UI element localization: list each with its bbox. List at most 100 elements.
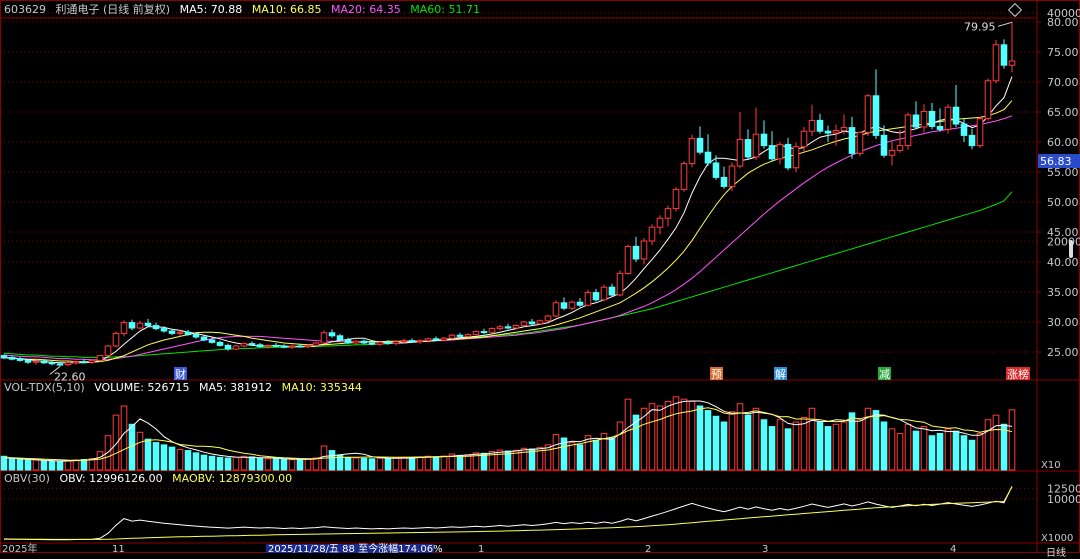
volume-bar[interactable] <box>328 450 336 471</box>
event-marker-label[interactable]: 财 <box>175 367 186 381</box>
candle-body[interactable] <box>576 301 584 306</box>
volume-bar[interactable] <box>648 403 656 471</box>
candle-body[interactable] <box>264 344 272 348</box>
candle-body[interactable] <box>144 322 152 327</box>
volume-bar[interactable] <box>40 460 48 471</box>
volume-bar[interactable] <box>552 434 560 471</box>
volume-bar[interactable] <box>440 455 448 471</box>
candle-body[interactable] <box>312 342 320 346</box>
volume-bar[interactable] <box>216 456 224 471</box>
volume-bar[interactable] <box>344 456 352 471</box>
volume-bar[interactable] <box>152 442 160 471</box>
volume-bar[interactable] <box>56 461 64 471</box>
candle-body[interactable] <box>904 114 912 147</box>
candle-body[interactable] <box>392 341 400 345</box>
volume-bar[interactable] <box>160 444 168 471</box>
volume-bar[interactable] <box>944 428 952 471</box>
volume-bar[interactable] <box>464 454 472 471</box>
candle-body[interactable] <box>136 322 144 329</box>
volume-bar[interactable] <box>496 449 504 471</box>
candle-body[interactable] <box>352 340 360 344</box>
volume-bar[interactable] <box>272 458 280 471</box>
candle-body[interactable] <box>200 336 208 341</box>
candle-body[interactable] <box>792 146 800 169</box>
candle-body[interactable] <box>672 188 680 210</box>
volume-bar[interactable] <box>712 415 720 471</box>
event-marker-label[interactable]: 减 <box>879 368 890 381</box>
candle-body[interactable] <box>976 118 984 147</box>
candle-body[interactable] <box>368 342 376 345</box>
volume-bar[interactable] <box>24 459 32 471</box>
candle-body[interactable] <box>384 341 392 345</box>
candle-body[interactable] <box>256 344 264 348</box>
volume-bar[interactable] <box>584 435 592 471</box>
candle-body[interactable] <box>96 355 104 361</box>
candle-body[interactable] <box>840 127 848 132</box>
candle-body[interactable] <box>920 110 928 128</box>
volume-bar[interactable] <box>144 438 152 471</box>
volume-bar[interactable] <box>816 421 824 471</box>
volume-bar[interactable] <box>368 458 376 471</box>
volume-bar[interactable] <box>352 457 360 471</box>
candle-body[interactable] <box>872 95 880 136</box>
candle-body[interactable] <box>568 301 576 309</box>
candle-body[interactable] <box>992 44 1000 82</box>
candle-body[interactable] <box>912 114 920 128</box>
candle-body[interactable] <box>336 335 344 341</box>
volume-bar[interactable] <box>80 458 88 471</box>
period-tab[interactable]: 日线 <box>1046 544 1066 559</box>
candle-body[interactable] <box>648 226 656 242</box>
candle-body[interactable] <box>968 134 976 147</box>
candle-body[interactable] <box>744 139 752 158</box>
candle-body[interactable] <box>656 217 664 228</box>
candle-body[interactable] <box>632 245 640 260</box>
candle-body[interactable] <box>560 302 568 309</box>
candle-body[interactable] <box>624 245 632 274</box>
candle-body[interactable] <box>408 340 416 343</box>
volume-bar[interactable] <box>624 398 632 471</box>
candle-body[interactable] <box>496 326 504 330</box>
candle-body[interactable] <box>416 340 424 343</box>
volume-bar[interactable] <box>720 421 728 471</box>
vertical-scroll-handle[interactable] <box>1069 240 1073 258</box>
candle-body[interactable] <box>104 345 112 357</box>
volume-bar[interactable] <box>176 448 184 471</box>
candle-body[interactable] <box>32 360 40 363</box>
volume-bar[interactable] <box>384 458 392 471</box>
volume-bar[interactable] <box>192 452 200 471</box>
volume-bar[interactable] <box>896 432 904 471</box>
volume-bar[interactable] <box>240 455 248 471</box>
candle-body[interactable] <box>616 272 624 296</box>
candle-body[interactable] <box>784 143 792 169</box>
candle-body[interactable] <box>192 334 200 338</box>
volume-bar[interactable] <box>424 455 432 471</box>
volume-bar[interactable] <box>808 407 816 471</box>
candle-body[interactable] <box>664 208 672 219</box>
event-markers[interactable]: 财预解减跌涨榜 <box>174 367 1030 381</box>
volume-bar[interactable] <box>304 458 312 471</box>
candle-body[interactable] <box>816 119 824 132</box>
volume-bar[interactable] <box>672 396 680 471</box>
candle-body[interactable] <box>376 341 384 345</box>
volume-bar[interactable] <box>656 405 664 471</box>
adjust-mode[interactable]: (日线 前复权) <box>103 3 170 16</box>
volume-bar[interactable] <box>664 400 672 471</box>
candle-body[interactable] <box>928 110 936 127</box>
candle-body[interactable] <box>760 133 768 147</box>
volume-bar[interactable] <box>824 426 832 471</box>
candle-body[interactable] <box>456 334 464 337</box>
candle-body[interactable] <box>1000 44 1008 66</box>
volume-bar[interactable] <box>544 444 552 471</box>
candle-body[interactable] <box>232 345 240 350</box>
volume-bar[interactable] <box>232 456 240 471</box>
candle-body[interactable] <box>864 95 872 133</box>
candle-body[interactable] <box>88 359 96 363</box>
candle-body[interactable] <box>984 80 992 120</box>
volume-bar[interactable] <box>792 421 800 471</box>
volume-bar[interactable] <box>32 459 40 471</box>
volume-bar[interactable] <box>136 431 144 471</box>
volume-bar[interactable] <box>8 457 16 471</box>
candle-body[interactable] <box>944 106 952 130</box>
volume-bar[interactable] <box>888 428 896 471</box>
candle-body[interactable] <box>432 338 440 341</box>
